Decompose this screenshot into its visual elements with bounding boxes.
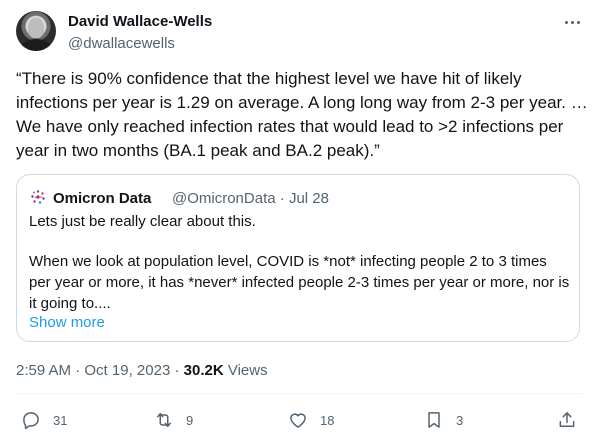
- tweet-date[interactable]: Oct 19, 2023: [84, 362, 170, 379]
- tweet-text-line: infections per year is 1.29 on average. …: [16, 93, 588, 112]
- tweet-text: “There is 90% confidence that the highes…: [16, 67, 588, 163]
- tweet-card: David Wallace-Wells @dwallacewells “Ther…: [0, 0, 598, 444]
- quoted-author-name[interactable]: Omicron Data: [53, 190, 151, 207]
- quoted-author-handle[interactable]: @OmicronData: [172, 190, 276, 207]
- repost-button[interactable]: 9: [154, 406, 193, 434]
- tweet-text-line: We have only reached infection rates tha…: [16, 117, 564, 136]
- bookmark-button[interactable]: 3: [424, 406, 463, 434]
- tweet-timestamp: 2:59 AM · Oct 19, 2023 · 30.2K Views: [16, 362, 268, 379]
- share-icon: [559, 412, 575, 427]
- quoted-text-line: per year or more, it has *never* infecte…: [29, 274, 570, 291]
- like-count: 18: [320, 412, 335, 428]
- quoted-tweet[interactable]: Omicron Data @OmicronData · Jul 28 Lets …: [16, 174, 580, 342]
- divider: [16, 393, 582, 394]
- tweet-text-line: year in two months (BA.1 peak and BA.2 p…: [16, 141, 380, 160]
- reply-icon: [23, 412, 39, 430]
- like-icon: [290, 413, 306, 428]
- quoted-text-line: When we look at population level, COVID …: [29, 253, 547, 270]
- like-button[interactable]: 18: [288, 406, 334, 434]
- quoted-date[interactable]: Jul 28: [289, 190, 329, 207]
- action-bar: 31 9 18 3: [0, 406, 598, 434]
- share-button[interactable]: [557, 406, 577, 434]
- omicron-logo-icon: [31, 190, 45, 204]
- author-name[interactable]: David Wallace-Wells: [68, 13, 212, 30]
- author-handle[interactable]: @dwallacewells: [68, 35, 175, 52]
- separator: ·: [75, 362, 81, 379]
- quoted-text-line: it going to....: [29, 295, 111, 312]
- repost-icon: [157, 413, 171, 427]
- separator: ·: [279, 190, 285, 207]
- more-icon[interactable]: [560, 12, 584, 32]
- tweet-time[interactable]: 2:59 AM: [16, 362, 71, 379]
- tweet-text-line: “There is 90% confidence that the highes…: [16, 69, 522, 88]
- avatar[interactable]: [16, 11, 56, 51]
- views-count: 30.2K: [183, 362, 224, 379]
- quoted-meta: @OmicronData · Jul 28: [172, 190, 329, 207]
- reply-count: 31: [53, 412, 68, 428]
- bookmark-count: 3: [456, 412, 464, 428]
- quoted-text-line: Lets just be really clear about this.: [29, 213, 256, 230]
- repost-count: 9: [186, 412, 194, 428]
- reply-button[interactable]: 31: [21, 406, 67, 434]
- show-more-link[interactable]: Show more: [29, 314, 105, 331]
- bookmark-icon: [428, 412, 440, 428]
- views-label: Views: [227, 362, 268, 379]
- separator: ·: [174, 362, 180, 379]
